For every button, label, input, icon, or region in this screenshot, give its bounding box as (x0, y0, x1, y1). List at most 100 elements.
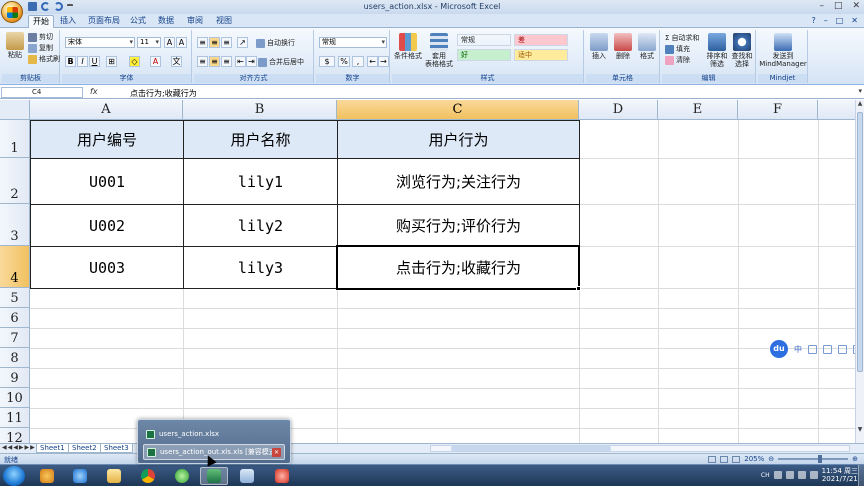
sort-filter-button[interactable]: 排序和 筛选 (706, 33, 728, 68)
expand-formula-icon[interactable]: ▾ (858, 87, 862, 95)
font-color-button[interactable]: A (150, 56, 161, 67)
tab-view[interactable]: 视图 (212, 15, 236, 28)
cell-c4[interactable]: 点击行为;收藏行为 (338, 247, 579, 288)
style-good[interactable]: 好 (457, 49, 511, 61)
style-normal[interactable]: 常规 (457, 34, 511, 46)
align-top-button[interactable]: ≡ (197, 37, 208, 48)
column-header-b[interactable]: B (183, 100, 337, 120)
sheet-tab-1[interactable]: Sheet1 (36, 444, 69, 453)
conditional-format-button[interactable]: 条件格式 (394, 33, 422, 60)
row-header-9[interactable]: 9 (0, 368, 30, 388)
taskbar-app-explorer[interactable] (100, 467, 128, 485)
style-bad[interactable]: 差 (514, 34, 568, 46)
copy-button[interactable]: 复制 (28, 43, 53, 53)
office-button[interactable] (1, 1, 23, 23)
page-break-view-icon[interactable] (732, 455, 741, 463)
vertical-scroll-thumb[interactable] (857, 112, 863, 372)
orientation-button[interactable]: ↗ (237, 37, 248, 48)
bold-button[interactable]: B (65, 56, 76, 67)
row-header-11[interactable]: 11 (0, 408, 30, 428)
borders-button[interactable]: ⊞ (106, 56, 117, 67)
delete-cells-button[interactable]: 删除 (612, 33, 634, 60)
row-header-2[interactable]: 2 (0, 158, 30, 204)
phonetic-button[interactable]: 文 (171, 56, 182, 67)
horizontal-scroll-thumb[interactable] (451, 446, 611, 451)
style-neutral[interactable]: 适中 (514, 49, 568, 61)
align-bottom-button[interactable]: ≡ (221, 37, 232, 48)
cell-a1[interactable]: 用户编号 (31, 120, 183, 158)
column-header-a[interactable]: A (30, 100, 183, 120)
column-header-c[interactable]: C (337, 100, 579, 120)
zoom-level[interactable]: 205% (744, 455, 764, 463)
cell-b1[interactable]: 用户名称 (184, 120, 337, 158)
start-button[interactable] (3, 466, 25, 486)
microphone-icon[interactable] (823, 344, 832, 354)
row-header-12[interactable]: 12 (0, 428, 30, 443)
merge-center-button[interactable]: 合并后居中 (258, 57, 304, 67)
number-format-select[interactable]: 常规 (319, 37, 387, 48)
row-header-1[interactable]: 1 (0, 120, 30, 158)
tray-ime-icon[interactable] (773, 471, 782, 479)
zoom-slider-knob[interactable] (817, 455, 822, 463)
sheet-tab-2[interactable]: Sheet2 (68, 444, 101, 453)
increase-decimal-button[interactable]: ← (367, 56, 378, 67)
keyboard-icon[interactable] (838, 344, 847, 354)
column-header-d[interactable]: D (579, 100, 658, 120)
normal-view-icon[interactable] (708, 455, 717, 463)
cell-b2[interactable]: lily1 (184, 159, 337, 204)
find-select-button[interactable]: 查找和 选择 (730, 33, 754, 68)
zoom-in-icon[interactable]: ⊕ (852, 455, 858, 463)
font-name-select[interactable]: 宋体 (65, 37, 135, 48)
taskbar-app-window[interactable] (233, 467, 261, 485)
tray-volume-icon[interactable] (809, 471, 818, 479)
tab-data[interactable]: 数据 (154, 15, 178, 28)
cell-b3[interactable]: lily2 (184, 205, 337, 246)
name-box[interactable]: C4 (1, 87, 83, 98)
du-badge[interactable]: du (770, 340, 788, 358)
decrease-indent-button[interactable]: ⇤ (235, 56, 246, 67)
scroll-up-icon[interactable]: ▲ (856, 100, 864, 107)
row-header-6[interactable]: 6 (0, 308, 30, 328)
row-header-4[interactable]: 4 (0, 246, 30, 288)
select-all-corner[interactable] (0, 100, 30, 120)
clock[interactable]: 11:54 周三 2021/7/21 (822, 467, 858, 483)
sheet-nav-arrows[interactable]: ◀◀◀▶▶▶ (2, 444, 36, 451)
align-right-button[interactable]: ≡ (221, 56, 232, 67)
clear-button[interactable]: 清除 (665, 55, 690, 65)
page-layout-view-icon[interactable] (720, 455, 729, 463)
popup-close-icon[interactable]: ✕ (272, 448, 281, 457)
taskbar-app-xmind[interactable] (268, 467, 296, 485)
zoom-slider[interactable] (778, 455, 849, 463)
formula-input[interactable]: 点击行为;收藏行为 (130, 88, 197, 99)
currency-button[interactable]: $ (319, 56, 335, 67)
insert-cells-button[interactable]: 插入 (588, 33, 610, 60)
tab-insert[interactable]: 插入 (56, 15, 80, 28)
scroll-down-icon[interactable]: ▼ (856, 426, 864, 433)
format-cells-button[interactable]: 格式 (636, 33, 658, 60)
cell-a2[interactable]: U001 (31, 159, 183, 204)
tab-home[interactable]: 开始 (28, 15, 54, 28)
horizontal-scrollbar[interactable] (430, 445, 850, 452)
ime-lang[interactable]: 中 (794, 344, 802, 355)
wrap-text-button[interactable]: 自动换行 (256, 38, 295, 48)
worksheet-grid[interactable]: A B C D E F 1 2 3 4 5 6 7 8 9 10 11 12 用… (0, 100, 855, 443)
taskbar-app-chrome[interactable] (134, 467, 162, 485)
sheet-tab-3[interactable]: Sheet3 (100, 444, 133, 453)
ime-indicator[interactable]: CH (761, 472, 770, 479)
cell-c3[interactable]: 购买行为;评价行为 (338, 205, 579, 246)
underline-button[interactable]: U (89, 56, 100, 67)
ribbon-close-button[interactable]: ✕ (851, 16, 858, 25)
fill-color-button[interactable]: ◇ (129, 56, 140, 67)
italic-button[interactable]: I (77, 56, 88, 67)
taskbar-app-ie[interactable] (66, 467, 94, 485)
paste-button[interactable]: 粘贴 (4, 32, 26, 59)
column-header-g[interactable] (818, 100, 855, 120)
shrink-font-button[interactable]: A (176, 37, 187, 48)
taskbar-app-excel[interactable] (200, 467, 228, 485)
row-header-5[interactable]: 5 (0, 288, 30, 308)
font-size-select[interactable]: 11 (137, 37, 161, 48)
close-button[interactable]: ✕ (852, 1, 860, 11)
align-middle-button[interactable]: ≡ (209, 37, 220, 48)
decrease-decimal-button[interactable]: → (378, 56, 389, 67)
ribbon-restore-button[interactable]: □ (836, 16, 844, 25)
